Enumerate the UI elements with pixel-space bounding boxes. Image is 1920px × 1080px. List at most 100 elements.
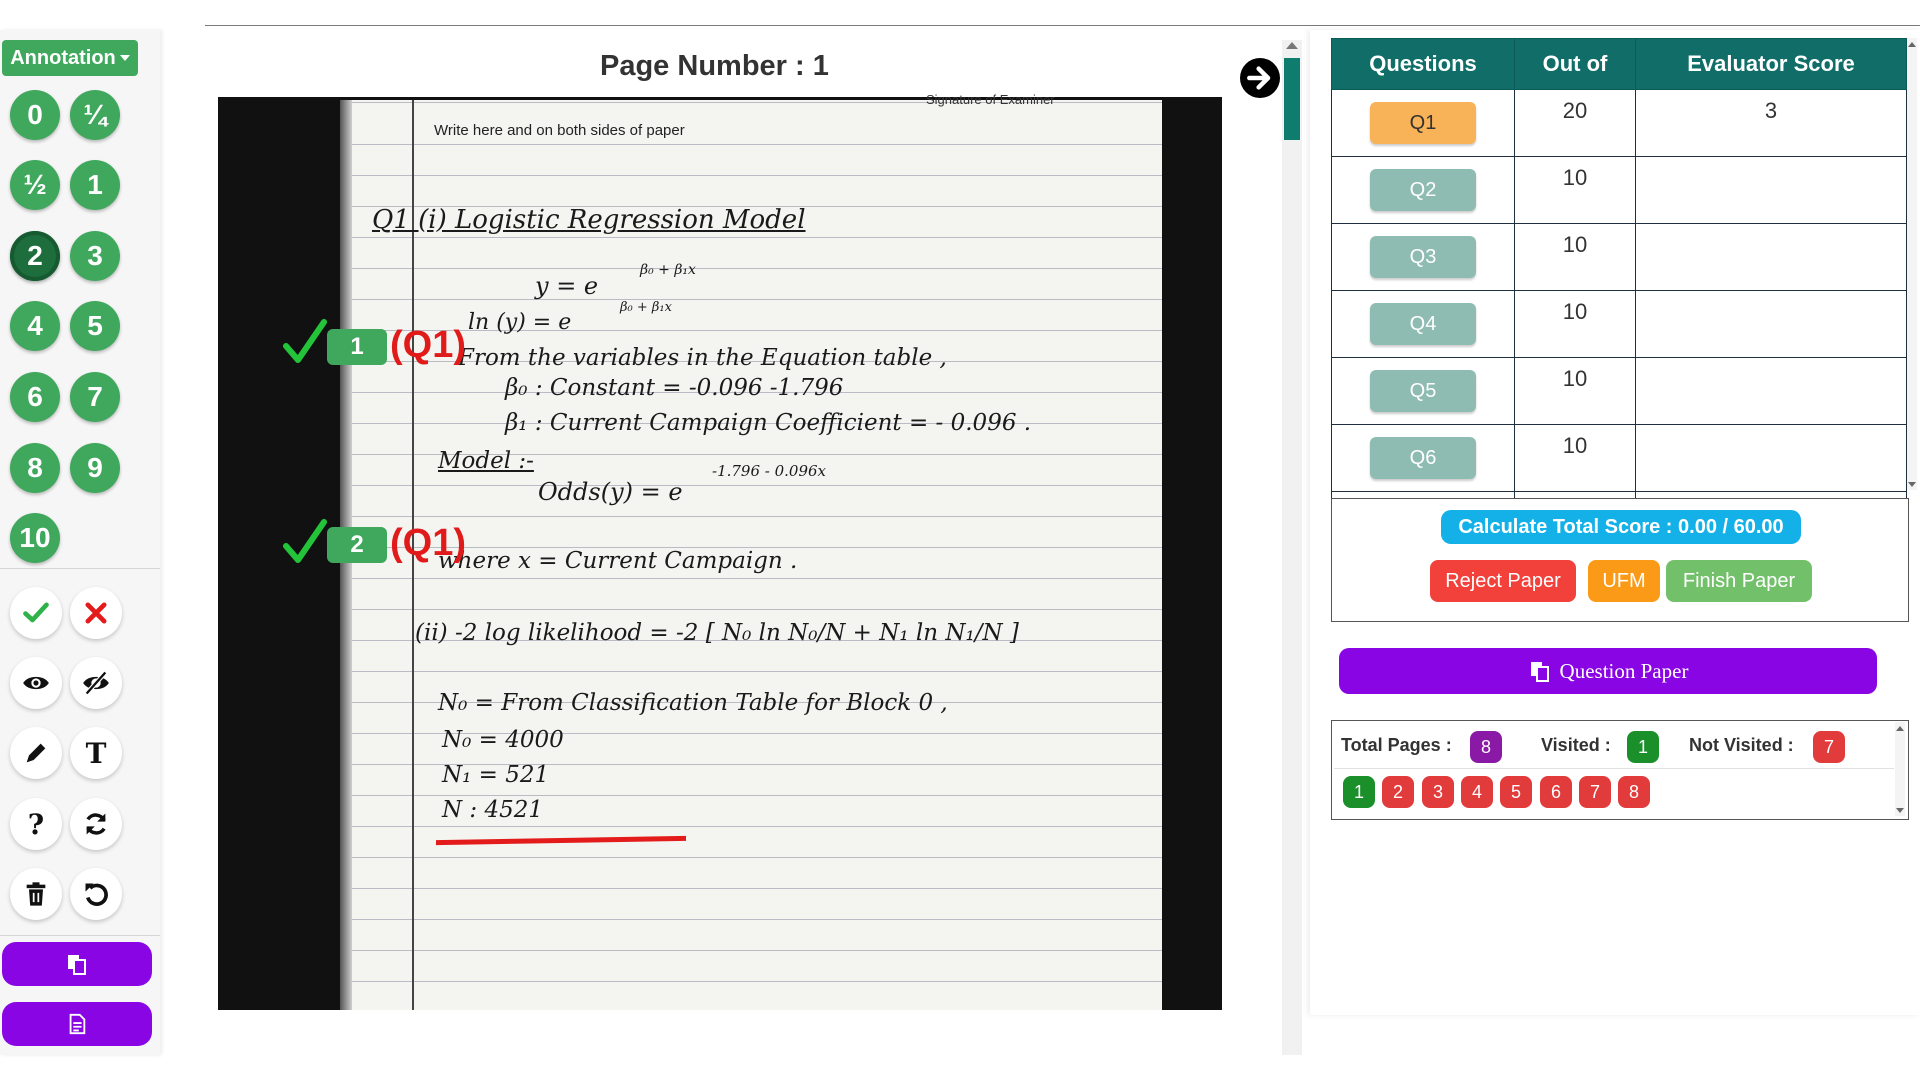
mark-button-10[interactable]: 10 (10, 513, 60, 563)
question-tag[interactable]: (Q1) (390, 324, 466, 367)
scroll-up-icon[interactable] (1908, 42, 1916, 47)
scroll-down-icon[interactable] (1896, 808, 1904, 813)
page-chip-7[interactable]: 7 (1579, 776, 1611, 808)
show-annotations-button[interactable] (10, 657, 62, 709)
mark-button-quarter[interactable]: ¼ (70, 90, 120, 140)
question-tag[interactable]: (Q1) (390, 522, 466, 565)
table-row: Q5 10 (1331, 357, 1907, 425)
mark-button-9[interactable]: 9 (70, 443, 120, 493)
ufm-button[interactable]: UFM (1588, 560, 1660, 602)
viewer-scrollbar[interactable] (1282, 40, 1302, 1055)
column-header-out-of: Out of (1514, 38, 1636, 90)
handwriting-line: β₀ : Constant = -0.096 -1.796 (505, 375, 844, 401)
question-button-q3[interactable]: Q3 (1370, 235, 1476, 278)
evaluator-score-cell (1635, 357, 1907, 425)
question-cell: Q5 (1331, 357, 1515, 425)
mark-button-2[interactable]: 2 (10, 231, 60, 281)
finish-paper-button[interactable]: Finish Paper (1666, 560, 1812, 602)
top-divider (205, 25, 1920, 26)
annotation-toolbar: Annotation 0 ¼ ½ 1 2 3 4 5 6 7 8 9 10 T … (0, 30, 160, 1055)
evaluator-score-cell (1635, 290, 1907, 358)
question-button-q6[interactable]: Q6 (1370, 436, 1476, 479)
question-button-q5[interactable]: Q5 (1370, 369, 1476, 412)
mark-button-half[interactable]: ½ (10, 160, 60, 210)
table-row: Q2 10 (1331, 156, 1907, 224)
mark-button-4[interactable]: 4 (10, 301, 60, 351)
mark-button-5[interactable]: 5 (70, 301, 120, 351)
handwriting-line: (ii) -2 log likelihood = -2 [ N₀ ln N₀/N… (415, 620, 1019, 646)
viewer-scroll-thumb[interactable] (1284, 58, 1300, 140)
page-chip-5[interactable]: 5 (1500, 776, 1532, 808)
mark-badge[interactable]: 1 (327, 329, 387, 365)
question-button-q4[interactable]: Q4 (1370, 302, 1476, 345)
reject-paper-button[interactable]: Reject Paper (1430, 560, 1576, 602)
handwriting-line: N : 4521 (442, 797, 544, 823)
undo-tool-button[interactable] (70, 868, 122, 920)
handwriting-line: Odds(y) = e (538, 478, 683, 506)
pen-tool-button[interactable] (10, 727, 62, 779)
toolbar-divider-bottom (0, 935, 160, 936)
score-table-header: Questions Out of Evaluator Score (1331, 38, 1907, 90)
eye-icon (23, 676, 49, 690)
question-cell: Q6 (1331, 424, 1515, 492)
page-chip-1[interactable]: 1 (1343, 776, 1375, 808)
annotation-dropdown[interactable]: Annotation (2, 40, 138, 76)
question-tool-button[interactable]: ? (10, 798, 62, 850)
scroll-up-icon[interactable] (1896, 726, 1904, 731)
refresh-icon (86, 813, 106, 835)
page-chip-8[interactable]: 8 (1618, 776, 1650, 808)
undo-icon (85, 883, 108, 906)
check-icon (23, 602, 49, 623)
green-tick-icon[interactable] (283, 518, 327, 566)
table-scrollbar[interactable] (1907, 38, 1917, 490)
question-button-q1[interactable]: Q1 (1370, 101, 1476, 144)
trash-icon (26, 882, 46, 906)
handwriting-line: β₁ : Current Campaign Coefficient = - 0.… (505, 410, 1032, 436)
delete-tool-button[interactable] (10, 868, 62, 920)
evaluator-score-cell (1635, 424, 1907, 492)
arrow-right-icon (1247, 66, 1271, 90)
check-tool-button[interactable] (10, 587, 62, 639)
table-row: Q3 10 (1331, 223, 1907, 291)
copy-button[interactable] (2, 942, 152, 986)
handwriting-line: N₀ = 4000 (442, 727, 564, 753)
mark-button-7[interactable]: 7 (70, 372, 120, 422)
text-tool-button[interactable]: T (70, 727, 122, 779)
question-cell: Q1 (1331, 89, 1515, 157)
handwriting-line: ln (y) = e (468, 310, 572, 335)
printed-instruction: Write here and on both sides of paper (434, 122, 685, 139)
document-button[interactable] (2, 1002, 152, 1046)
mark-badge[interactable]: 2 (327, 527, 387, 563)
evaluator-score-cell (1635, 223, 1907, 291)
evaluator-score-cell: 3 (1635, 89, 1907, 157)
page-chip-6[interactable]: 6 (1540, 776, 1572, 808)
green-tick-icon[interactable] (283, 318, 327, 366)
score-table: Questions Out of Evaluator Score Q1 20 3… (1331, 38, 1907, 559)
page-chip-2[interactable]: 2 (1382, 776, 1414, 808)
text-icon: T (85, 736, 107, 770)
refresh-tool-button[interactable] (70, 798, 122, 850)
hide-annotations-button[interactable] (70, 657, 122, 709)
mark-button-8[interactable]: 8 (10, 443, 60, 493)
page-navigator-scrollbar[interactable] (1895, 722, 1905, 816)
scroll-down-icon[interactable] (1908, 482, 1916, 487)
annotation-dropdown-label: Annotation (10, 46, 116, 69)
mark-button-3[interactable]: 3 (70, 231, 120, 281)
out-of-cell: 10 (1514, 357, 1636, 425)
question-icon: ? (27, 807, 45, 841)
calculate-total-score-button[interactable]: Calculate Total Score : 0.00 / 60.00 (1441, 510, 1801, 544)
next-page-button[interactable] (1240, 58, 1280, 98)
page-chip-3[interactable]: 3 (1422, 776, 1454, 808)
mark-button-6[interactable]: 6 (10, 372, 60, 422)
scroll-up-icon[interactable] (1286, 42, 1298, 49)
page-chip-4[interactable]: 4 (1461, 776, 1493, 808)
mark-button-0[interactable]: 0 (10, 90, 60, 140)
column-header-questions: Questions (1331, 38, 1515, 90)
page-navigator-divider (1334, 768, 1894, 769)
mark-button-1[interactable]: 1 (70, 160, 120, 210)
question-paper-button[interactable]: Question Paper (1339, 648, 1877, 694)
question-cell: Q4 (1331, 290, 1515, 358)
cross-tool-button[interactable] (70, 587, 122, 639)
handwriting-line: Q1 (i) Logistic Regression Model (372, 205, 806, 235)
question-button-q2[interactable]: Q2 (1370, 168, 1476, 211)
